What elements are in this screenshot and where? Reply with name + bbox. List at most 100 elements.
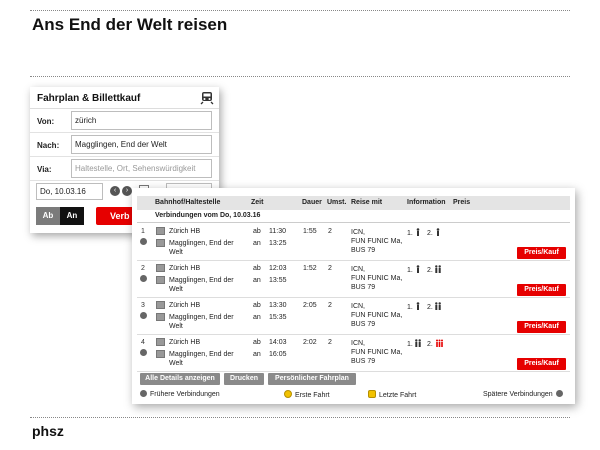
via-line3: BUS 79 bbox=[351, 321, 376, 328]
table-row[interactable]: 4 Zürich HB ab 14:03 Magglingen, End der… bbox=[137, 336, 570, 372]
via-line3: BUS 79 bbox=[351, 284, 376, 291]
previous-day-icon[interactable]: ‹ bbox=[110, 186, 120, 196]
later-connections-link[interactable]: Spätere Verbindungen bbox=[483, 390, 563, 398]
table-row[interactable]: 1 Zürich HB ab 11:30 Magglingen, End der… bbox=[137, 225, 570, 261]
occupancy-medium-icon bbox=[434, 302, 441, 310]
station-icon bbox=[156, 338, 165, 346]
occupancy-first-class: 1. bbox=[407, 265, 422, 274]
occupancy-medium-icon bbox=[414, 339, 421, 347]
departure-station: Zürich HB bbox=[169, 302, 201, 309]
duration: 2:05 bbox=[303, 302, 317, 309]
table-row[interactable]: 2 Zürich HB ab 12:03 Magglingen, End der… bbox=[137, 262, 570, 298]
departure-station: Zürich HB bbox=[169, 228, 201, 235]
via-line1: ICN, bbox=[351, 340, 365, 347]
moon-icon bbox=[368, 390, 376, 398]
occupancy-second-class: 2. bbox=[427, 228, 442, 237]
occupancy-first-class: 1. bbox=[407, 228, 422, 237]
earlier-connections-link[interactable]: Frühere Verbindungen bbox=[140, 390, 220, 398]
expand-icon[interactable] bbox=[140, 238, 147, 245]
arrival-station-line2: Welt bbox=[169, 286, 183, 293]
booking-title: Fahrplan & Billettkauf bbox=[37, 93, 141, 104]
via-line2: FUN FUNIC Ma, bbox=[351, 349, 403, 356]
expand-icon[interactable] bbox=[140, 312, 147, 319]
arrival-toggle-button[interactable]: An bbox=[60, 207, 84, 225]
price-buy-button[interactable]: Preis/Kauf bbox=[517, 284, 566, 296]
column-header: Bahnhof/Haltestelle Zeit Dauer Umst. Rei… bbox=[137, 196, 570, 210]
occupancy-low-icon bbox=[416, 228, 420, 236]
class-label: 1. bbox=[407, 304, 413, 311]
changes: 2 bbox=[328, 228, 332, 235]
arrival-station-line1: Magglingen, End der bbox=[169, 314, 234, 321]
connection-number: 2 bbox=[141, 265, 145, 272]
occupancy-medium-icon bbox=[434, 265, 441, 273]
via-line3: BUS 79 bbox=[351, 358, 376, 365]
changes: 2 bbox=[328, 339, 332, 346]
expand-icon[interactable] bbox=[140, 275, 147, 282]
travel-with: ICN, FUN FUNIC Ma, BUS 79 bbox=[351, 265, 402, 292]
via-line1: ICN, bbox=[351, 266, 365, 273]
connection-number: 3 bbox=[141, 302, 145, 309]
to-row: Nach: Magglingen, End der Welt bbox=[30, 133, 219, 157]
slide-title: Ans End der Welt reisen bbox=[32, 15, 228, 34]
date-input[interactable]: Do, 10.03.16 bbox=[36, 183, 103, 200]
occupancy-low-icon bbox=[416, 265, 420, 273]
class-label: 2. bbox=[427, 267, 433, 274]
personal-timetable-button[interactable]: Persönlicher Fahrplan bbox=[268, 373, 356, 385]
chevron-left-icon bbox=[140, 390, 147, 397]
travel-with: ICN, FUN FUNIC Ma, BUS 79 bbox=[351, 339, 402, 366]
via-line2: FUN FUNIC Ma, bbox=[351, 275, 403, 282]
duration: 1:55 bbox=[303, 228, 317, 235]
to-input[interactable]: Magglingen, End der Welt bbox=[71, 135, 212, 154]
arrival-station-line1: Magglingen, End der bbox=[169, 277, 234, 284]
station-icon bbox=[156, 227, 165, 235]
date-header: Verbindungen vom Do, 10.03.16 bbox=[137, 210, 570, 223]
next-day-icon[interactable]: › bbox=[122, 186, 132, 196]
arrival-marker: an bbox=[253, 277, 261, 284]
occupancy-first-class: 1. bbox=[407, 302, 422, 311]
arrival-marker: an bbox=[253, 351, 261, 358]
station-icon bbox=[156, 239, 165, 247]
col-price: Preis bbox=[453, 199, 471, 206]
show-all-details-button[interactable]: Alle Details anzeigen bbox=[140, 373, 220, 385]
middle-rule bbox=[30, 76, 570, 77]
via-input[interactable]: Haltestelle, Ort, Sehenswürdigkeit bbox=[71, 159, 212, 178]
last-trip-label: Letzte Fahrt bbox=[379, 392, 417, 399]
footer-label: phsz bbox=[32, 423, 64, 439]
later-connections-label: Spätere Verbindungen bbox=[483, 391, 553, 398]
changes: 2 bbox=[328, 302, 332, 309]
departure-marker: ab bbox=[253, 228, 261, 235]
class-label: 2. bbox=[427, 341, 433, 348]
col-time: Zeit bbox=[251, 199, 264, 206]
occupancy-high-icon bbox=[435, 339, 443, 347]
from-input[interactable]: zürich bbox=[71, 111, 212, 130]
duration: 2:02 bbox=[303, 339, 317, 346]
via-row: Via: Haltestelle, Ort, Sehenswürdigkeit bbox=[30, 157, 219, 181]
price-buy-button[interactable]: Preis/Kauf bbox=[517, 358, 566, 370]
departure-time: 13:30 bbox=[269, 302, 287, 309]
departure-time: 12:03 bbox=[269, 265, 287, 272]
from-row: Von: zürich bbox=[30, 109, 219, 133]
price-buy-button[interactable]: Preis/Kauf bbox=[517, 247, 566, 259]
expand-icon[interactable] bbox=[140, 349, 147, 356]
via-label: Via: bbox=[37, 165, 52, 174]
last-trip-link[interactable]: Letzte Fahrt bbox=[368, 390, 416, 399]
arrival-time: 16:05 bbox=[269, 351, 287, 358]
via-line2: FUN FUNIC Ma, bbox=[351, 238, 403, 245]
travel-with: ICN, FUN FUNIC Ma, BUS 79 bbox=[351, 302, 402, 329]
first-trip-link[interactable]: Erste Fahrt bbox=[284, 390, 330, 399]
via-line2: FUN FUNIC Ma, bbox=[351, 312, 403, 319]
departure-toggle-button[interactable]: Ab bbox=[36, 207, 60, 225]
arrival-marker: an bbox=[253, 314, 261, 321]
table-row[interactable]: 3 Zürich HB ab 13:30 Magglingen, End der… bbox=[137, 299, 570, 335]
occupancy-second-class: 2. bbox=[427, 302, 442, 311]
departure-station: Zürich HB bbox=[169, 339, 201, 346]
price-buy-button[interactable]: Preis/Kauf bbox=[517, 321, 566, 333]
to-label: Nach: bbox=[37, 141, 60, 150]
class-label: 2. bbox=[427, 230, 433, 237]
connection-number: 1 bbox=[141, 228, 145, 235]
from-label: Von: bbox=[37, 117, 55, 126]
changes: 2 bbox=[328, 265, 332, 272]
print-button[interactable]: Drucken bbox=[224, 373, 264, 385]
departure-marker: ab bbox=[253, 265, 261, 272]
col-via: Reise mit bbox=[351, 199, 383, 206]
